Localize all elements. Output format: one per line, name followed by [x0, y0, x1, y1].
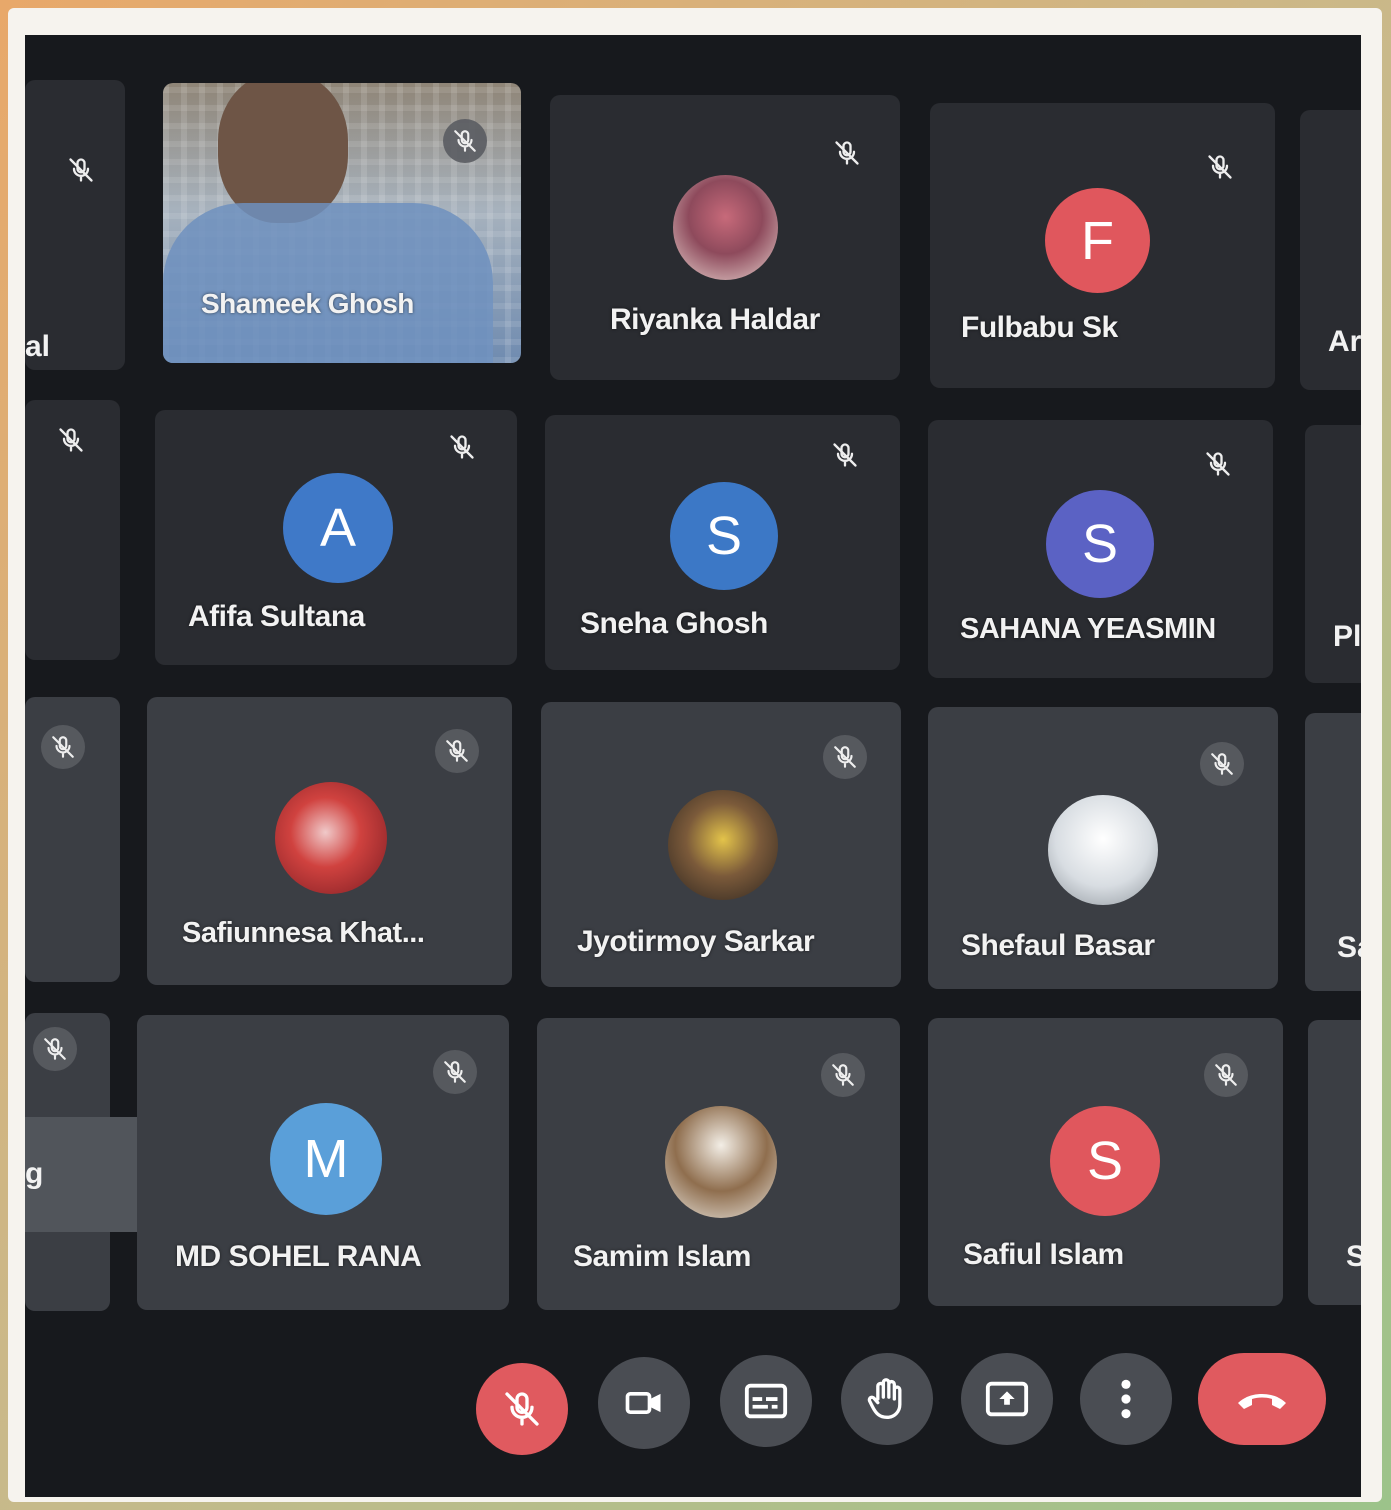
more-options-button[interactable] [1080, 1353, 1172, 1445]
mic-off-icon [821, 1053, 865, 1097]
leave-call-button[interactable] [1198, 1353, 1326, 1445]
present-screen-button[interactable] [961, 1353, 1053, 1445]
participant-tile-partial-left[interactable] [25, 697, 120, 982]
person-body [163, 203, 493, 363]
avatar-photo [668, 790, 778, 900]
avatar-initial: S [670, 482, 778, 590]
avatar-photo [1048, 795, 1158, 905]
participant-tile-partial-left[interactable]: al [25, 80, 125, 370]
participant-name: Jyotirmoy Sarkar [577, 925, 815, 958]
mic-off-icon [435, 729, 479, 773]
participant-name-partial: Pl [1333, 620, 1361, 653]
participant-name: Safiunnesa Khat... [182, 917, 425, 949]
participant-name-partial: al [25, 330, 51, 363]
participant-tile[interactable]: Jyotirmoy Sarkar [541, 702, 901, 987]
participant-tile-partial-right[interactable]: S [1308, 1020, 1361, 1305]
participant-name: MD SOHEL RANA [175, 1240, 422, 1273]
participant-tile-partial-right[interactable]: Sa [1305, 713, 1361, 991]
participant-name: Safiul Islam [963, 1238, 1124, 1271]
mic-off-icon [823, 735, 867, 779]
mic-off-icon [825, 131, 869, 175]
avatar-photo [665, 1106, 777, 1218]
mic-off-icon [59, 148, 103, 192]
participant-tile[interactable]: S Safiul Islam [928, 1018, 1283, 1306]
mic-off-icon [33, 1027, 77, 1071]
microphone-toggle-button[interactable] [476, 1363, 568, 1455]
participant-tile[interactable]: A Afifa Sultana [155, 410, 517, 665]
raise-hand-button[interactable] [841, 1353, 933, 1445]
participant-tile[interactable]: Shefaul Basar [928, 707, 1278, 989]
mic-off-icon [1198, 145, 1242, 189]
participant-name: Samim Islam [573, 1240, 751, 1273]
participant-tile[interactable]: S SAHANA YEASMIN [928, 420, 1273, 678]
participant-tile[interactable]: Riyanka Haldar [550, 95, 900, 380]
meeting-screen: al Shameek Ghosh Riyanka Haldar F Fulbab… [25, 35, 1361, 1497]
participant-tile-video[interactable]: Shameek Ghosh [163, 83, 521, 363]
avatar-initial: S [1046, 490, 1154, 598]
present-screen-icon [985, 1381, 1029, 1417]
mic-off-icon [823, 433, 867, 477]
participant-tile[interactable]: S Sneha Ghosh [545, 415, 900, 670]
participant-tile[interactable]: M MD SOHEL RANA [137, 1015, 509, 1310]
participant-name: Sneha Ghosh [580, 607, 768, 640]
person-head [218, 83, 348, 223]
tooltip-text: g [25, 1157, 44, 1190]
avatar-photo [673, 175, 778, 280]
mic-off-icon [505, 1392, 539, 1426]
hang-up-icon [1238, 1394, 1286, 1409]
participant-name: Afifa Sultana [188, 600, 365, 633]
hand-icon [867, 1378, 902, 1419]
mic-off-icon [443, 119, 487, 163]
avatar-initial: M [270, 1103, 382, 1215]
participant-tile-partial-right[interactable]: Pl [1305, 425, 1361, 683]
participant-tile-partial-right[interactable]: Ar [1300, 110, 1361, 390]
participant-name: Fulbabu Sk [961, 311, 1118, 344]
participant-name: Shameek Ghosh [201, 288, 414, 319]
avatar-initial: S [1050, 1106, 1160, 1216]
participant-name-partial: S [1346, 1240, 1361, 1273]
mic-off-icon [41, 725, 85, 769]
participant-tile[interactable]: Safiunnesa Khat... [147, 697, 512, 985]
camera-toggle-button[interactable] [598, 1357, 690, 1449]
mic-off-icon [1204, 1053, 1248, 1097]
avatar-initial: A [283, 473, 393, 583]
mic-off-icon [49, 418, 93, 462]
avatar-initial: F [1045, 188, 1150, 293]
participant-name: Shefaul Basar [961, 929, 1155, 962]
participant-name-partial: Ar [1328, 325, 1361, 358]
participant-name-partial: Sa [1337, 931, 1361, 964]
captions-icon [744, 1383, 788, 1419]
avatar-photo [275, 782, 387, 894]
participant-tile[interactable]: F Fulbabu Sk [930, 103, 1275, 388]
mic-off-icon [433, 1050, 477, 1094]
participant-tile-partial-left[interactable] [25, 400, 120, 660]
mic-off-icon [1200, 742, 1244, 786]
participant-name: Riyanka Haldar [610, 303, 820, 336]
captions-button[interactable] [720, 1355, 812, 1447]
more-vert-icon [1121, 1379, 1131, 1419]
participant-name: SAHANA YEASMIN [960, 613, 1216, 645]
participant-tile[interactable]: Samim Islam [537, 1018, 900, 1310]
video-camera-icon [625, 1392, 661, 1414]
mic-off-icon [440, 425, 484, 469]
mic-off-icon [1196, 442, 1240, 486]
